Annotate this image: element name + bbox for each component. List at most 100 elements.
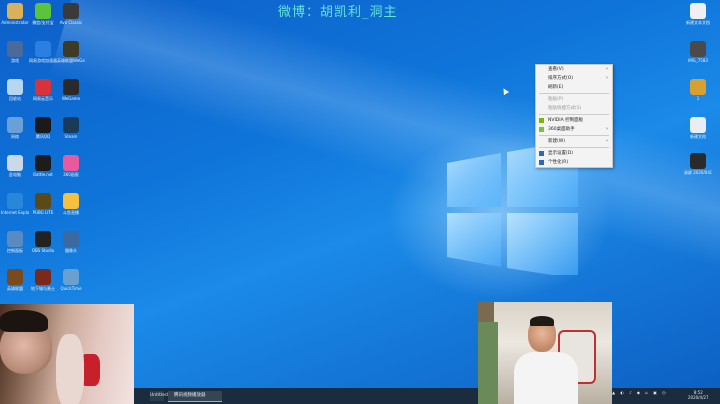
desktop-icon[interactable]: 回收站 bbox=[1, 79, 29, 101]
tray-icons: ▲ ◐ ♪ ◆ ⌂ ▣ ◷ bbox=[612, 390, 668, 395]
desktop-icon[interactable]: 英雄联盟WeGame bbox=[57, 41, 85, 63]
desktop-icon-label: 回收站 bbox=[9, 96, 21, 101]
desktop-icon[interactable]: 1 bbox=[684, 79, 712, 101]
desktop-icon[interactable]: Internet Explorer bbox=[1, 193, 29, 215]
context-menu-item[interactable]: 粘贴(P) bbox=[536, 95, 612, 104]
context-menu-item[interactable]: 刷新(E) bbox=[536, 83, 612, 92]
desktop-icon[interactable]: 腾讯QQ bbox=[29, 117, 57, 139]
wallpaper-light-beam bbox=[49, 0, 720, 269]
menu-separator bbox=[539, 93, 609, 94]
desktop-icon[interactable]: 微信/支付宝 bbox=[29, 3, 57, 25]
desktop-icon[interactable]: 控制面板 bbox=[1, 231, 29, 253]
menu-item-label: 粘贴(P) bbox=[548, 97, 564, 102]
desktop-icon[interactable]: Administrator bbox=[1, 3, 29, 25]
menu-item-icon bbox=[539, 151, 544, 156]
submenu-arrow-icon: › bbox=[606, 126, 608, 132]
clock-date: 2020/4/27 bbox=[688, 395, 709, 400]
desktop-icon[interactable]: Steam bbox=[57, 117, 85, 139]
desktop-icon-label: Administrator bbox=[1, 20, 29, 25]
app-icon bbox=[63, 155, 79, 171]
menu-item-icon bbox=[539, 118, 544, 123]
app-icon bbox=[63, 193, 79, 209]
desktop-icon-label: 网易游戏加速器 bbox=[29, 58, 57, 63]
arm bbox=[56, 334, 84, 404]
desktop-icon[interactable]: 网易云音乐 bbox=[29, 79, 57, 101]
person-hair bbox=[530, 316, 554, 326]
menu-item-label: 粘贴快捷方式(S) bbox=[548, 106, 582, 111]
desktop-icon[interactable]: 此电脑 bbox=[1, 155, 29, 177]
desktop-icon[interactable]: 游戏 bbox=[1, 41, 29, 63]
app-icon bbox=[690, 3, 706, 19]
desktop-icon-label: 英雄联盟WeGame bbox=[57, 58, 85, 63]
desktop-icon[interactable]: WeGame bbox=[57, 79, 85, 101]
app-icon bbox=[7, 155, 23, 171]
context-menu-item[interactable]: 粘贴快捷方式(S) bbox=[536, 104, 612, 113]
submenu-arrow-icon: › bbox=[606, 138, 608, 144]
taskbar-item-1[interactable]: 腾讯视频播放器 bbox=[168, 391, 222, 402]
menu-item-label: 个性化(R) bbox=[548, 160, 569, 165]
desktop-icon[interactable]: 录屏 2020/04/27 bbox=[684, 153, 712, 175]
context-menu-item[interactable]: 360桌面助手 › bbox=[536, 125, 612, 134]
desktop-icon[interactable]: 英雄联盟 bbox=[1, 269, 29, 291]
menu-item-label: 查看(V) bbox=[548, 67, 564, 72]
taskbar-clock[interactable]: 8:52 2020/4/27 bbox=[688, 390, 709, 401]
app-icon bbox=[63, 117, 79, 133]
context-menu-item[interactable]: 个性化(R) bbox=[536, 158, 612, 167]
app-icon bbox=[35, 231, 51, 247]
context-menu-item[interactable]: NVIDIA 控制面板 bbox=[536, 116, 612, 125]
desktop-icon-label: Ava Classic bbox=[59, 20, 83, 25]
submenu-arrow-icon: › bbox=[606, 75, 608, 81]
desktop-icon[interactable]: PUBG LITE bbox=[29, 193, 57, 215]
context-menu-item[interactable]: 显示设置(D) bbox=[536, 149, 612, 158]
taskbar-item-0[interactable]: Untitled bbox=[150, 391, 168, 401]
desktop-icon[interactable]: 新建文本文档 bbox=[684, 3, 712, 25]
desktop-icon-label: Battle.net bbox=[33, 172, 53, 177]
desktop-icon-label: 斗鱼直播 bbox=[63, 210, 79, 215]
desktop-icon[interactable]: Ava Classic bbox=[57, 3, 85, 25]
app-icon bbox=[35, 193, 51, 209]
desktop-icon[interactable]: OBS Studio bbox=[29, 231, 57, 253]
desktop-icon-label: QuickTime bbox=[60, 286, 82, 291]
app-icon bbox=[7, 231, 23, 247]
desktop-icon-label: 录屏 2020/04/27 bbox=[684, 170, 712, 175]
desktop-icon[interactable]: 斗鱼直播 bbox=[57, 193, 85, 215]
desktop-icon[interactable]: 网易游戏加速器 bbox=[29, 41, 57, 63]
desktop-icon-label: 英雄联盟 bbox=[7, 286, 23, 291]
desktop-icon[interactable]: QuickTime bbox=[57, 269, 85, 291]
desktop-icon[interactable]: 360画报 bbox=[57, 155, 85, 177]
app-icon bbox=[7, 41, 23, 57]
menu-item-label: NVIDIA 控制面板 bbox=[548, 118, 584, 123]
desktop-icon[interactable]: Battle.net bbox=[29, 155, 57, 177]
hair bbox=[0, 310, 48, 332]
menu-item-label: 360桌面助手 bbox=[548, 127, 575, 132]
app-icon bbox=[63, 79, 79, 95]
app-icon bbox=[7, 3, 23, 19]
webcam-overlay-left bbox=[0, 304, 134, 404]
menu-separator bbox=[539, 147, 609, 148]
taskbar-item-0-label: Untitled bbox=[150, 393, 168, 398]
desktop-icon[interactable]: 新建文档 bbox=[684, 117, 712, 139]
menu-item-icon bbox=[539, 160, 544, 165]
context-menu-item[interactable]: 新建(W) › bbox=[536, 137, 612, 146]
desktop-icon-label: 网络 bbox=[11, 134, 19, 139]
app-icon bbox=[690, 153, 706, 169]
desktop-icon-label: Internet Explorer bbox=[1, 210, 29, 215]
desktop-icon-label: 控制面板 bbox=[7, 248, 23, 253]
desktop-icon[interactable]: 地下城与勇士 bbox=[29, 269, 57, 291]
desktop-icon[interactable]: 摄像头 bbox=[57, 231, 85, 253]
menu-item-label: 显示设置(D) bbox=[548, 151, 573, 156]
system-tray[interactable]: ▲ ◐ ♪ ◆ ⌂ ▣ ◷ bbox=[612, 390, 682, 401]
desktop-icon-label: 网易云音乐 bbox=[33, 96, 53, 101]
context-menu-item[interactable]: 排序方式(O) › bbox=[536, 74, 612, 83]
desktop-icon-label: 360画报 bbox=[63, 172, 79, 177]
desktop-icon-label: 新建文本文档 bbox=[686, 20, 710, 25]
person-left-side bbox=[478, 322, 498, 404]
app-icon bbox=[7, 269, 23, 285]
desktop-icon[interactable]: 网络 bbox=[1, 117, 29, 139]
app-icon bbox=[35, 155, 51, 171]
streamer-watermark: 微博：胡凯利_洞主 bbox=[278, 5, 398, 20]
app-icon bbox=[63, 3, 79, 19]
context-menu-item[interactable]: 查看(V) › bbox=[536, 65, 612, 74]
desktop-icon[interactable]: IMG_7583 bbox=[684, 41, 712, 63]
menu-item-icon bbox=[539, 127, 544, 132]
